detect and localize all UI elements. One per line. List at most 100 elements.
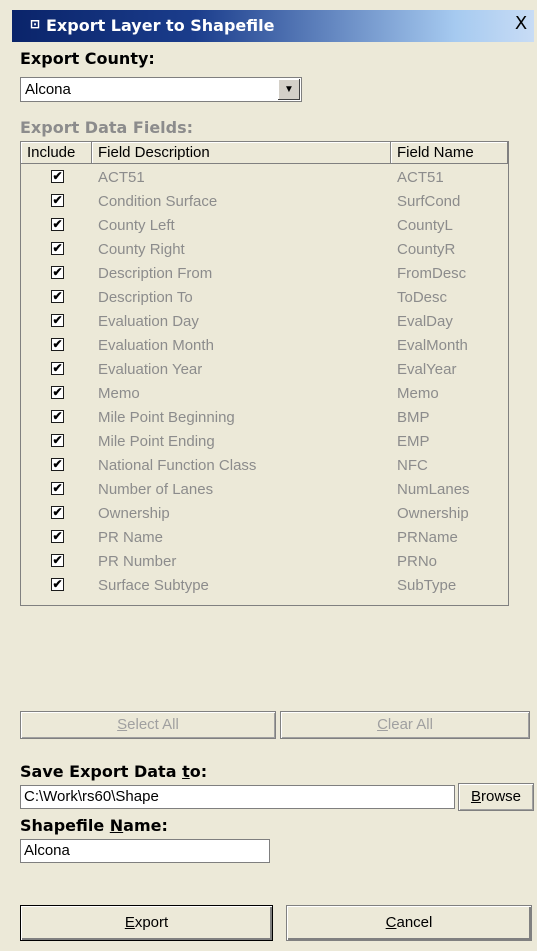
table-row[interactable]: ✔ Mile Point Ending EMP [21,430,509,454]
field-name-cell: SurfCond [397,193,461,210]
window-title: Export Layer to Shapefile [46,16,275,35]
county-select-value: Alcona [25,81,71,98]
field-description-cell: County Left [98,217,175,234]
field-description-cell: Number of Lanes [98,481,214,498]
clear-all-label-key: C [377,716,388,733]
column-header-include[interactable]: Include [21,142,92,164]
include-checkbox[interactable]: ✔ [51,410,64,423]
field-name-cell: NumLanes [397,481,470,498]
chevron-down-icon[interactable]: ▼ [277,79,300,100]
column-header-field-name[interactable]: Field Name [391,142,508,164]
table-row[interactable]: ✔ National Function Class NFC [21,454,509,478]
field-name-cell: ACT51 [397,169,444,186]
table-row[interactable]: ✔ County Right CountyR [21,238,509,262]
cancel-label-post: ancel [396,914,433,931]
table-row[interactable]: ✔ Mile Point Beginning BMP [21,406,509,430]
select-all-button[interactable]: Select All [20,711,276,739]
shapefile-label-key: N [109,816,124,835]
table-row[interactable]: ✔ Description From FromDesc [21,262,509,286]
field-description-cell: Evaluation Day [98,313,199,330]
include-checkbox[interactable]: ✔ [51,434,64,447]
table-row[interactable]: ✔ PR Name PRName [21,526,509,550]
table-row[interactable]: ✔ Description To ToDesc [21,286,509,310]
export-button[interactable]: Export [20,905,273,941]
save-label-key: t [182,762,190,781]
table-row[interactable]: ✔ Memo Memo [21,382,509,406]
export-label-key: E [124,914,135,931]
table-row[interactable]: ✔ Evaluation Year EvalYear [21,358,509,382]
field-name-cell: CountyR [397,241,456,258]
table-row[interactable]: ✔ County Left CountyL [21,214,509,238]
shapefile-label-pre: Shapefile [20,816,110,835]
table-row[interactable]: ✔ Number of Lanes NumLanes [21,478,509,502]
table-row[interactable]: ✔ Condition Surface SurfCond [21,190,509,214]
include-checkbox[interactable]: ✔ [51,530,64,543]
clear-all-label-post: lear All [387,716,433,733]
field-name-cell: NFC [397,457,428,474]
shapefile-name-label: Shapefile Name: [20,816,168,835]
county-select[interactable]: Alcona ▼ [20,77,302,102]
include-checkbox[interactable]: ✔ [51,266,64,279]
table-row[interactable]: ✔ Ownership Ownership [21,502,509,526]
field-name-cell: ToDesc [397,289,448,306]
field-description-cell: County Right [98,241,185,258]
include-checkbox[interactable]: ✔ [51,482,64,495]
field-description-cell: ACT51 [98,169,145,186]
include-checkbox[interactable]: ✔ [51,578,64,591]
include-checkbox[interactable]: ✔ [51,170,64,183]
table-row[interactable]: ✔ Surface Subtype SubType [21,574,509,598]
window-icon: ⊡ [30,17,41,31]
field-name-cell: EMP [397,433,430,450]
field-name-cell: EvalYear [397,361,457,378]
browse-label-key: B [470,788,481,805]
save-label-post: o: [189,762,208,781]
include-checkbox[interactable]: ✔ [51,386,64,399]
field-name-cell: PRName [397,529,458,546]
shapefile-name-input[interactable]: Alcona [20,839,270,863]
select-all-label-post: elect All [127,716,179,733]
include-checkbox[interactable]: ✔ [51,314,64,327]
field-description-cell: Evaluation Month [98,337,214,354]
table-row[interactable]: ✔ Evaluation Day EvalDay [21,310,509,334]
table-row[interactable]: ✔ PR Number PRNo [21,550,509,574]
export-label-post: xport [134,914,169,931]
include-checkbox[interactable]: ✔ [51,242,64,255]
fields-grid: Include Field Description Field Name ✔ AC… [20,141,509,606]
clear-all-button[interactable]: Clear All [280,711,530,739]
include-checkbox[interactable]: ✔ [51,362,64,375]
field-name-cell: EvalMonth [397,337,468,354]
include-checkbox[interactable]: ✔ [51,290,64,303]
column-header-field-description[interactable]: Field Description [92,142,391,164]
cancel-button[interactable]: Cancel [286,905,532,941]
field-name-cell: SubType [397,577,457,594]
field-description-cell: Evaluation Year [98,361,203,378]
table-row[interactable]: ✔ Evaluation Month EvalMonth [21,334,509,358]
browse-button[interactable]: Browse [458,783,534,811]
save-path-input[interactable]: C:\Work\rs60\Shape [20,785,455,809]
include-checkbox[interactable]: ✔ [51,218,64,231]
table-row[interactable]: ✔ ACT51 ACT51 [21,166,509,190]
field-name-cell: FromDesc [397,265,467,282]
field-description-cell: Description From [98,265,213,282]
field-description-cell: Surface Subtype [98,577,209,594]
field-name-cell: EvalDay [397,313,453,330]
field-description-cell: National Function Class [98,457,257,474]
select-all-label-key: S [117,716,128,733]
field-name-cell: PRNo [397,553,438,570]
include-checkbox[interactable]: ✔ [51,554,64,567]
export-dialog: ⊡ Export Layer to Shapefile X Export Cou… [0,0,537,951]
include-checkbox[interactable]: ✔ [51,338,64,351]
title-bar[interactable]: ⊡ Export Layer to Shapefile [12,10,534,42]
field-description-cell: PR Number [98,553,177,570]
field-description-cell: PR Name [98,529,164,546]
export-data-fields-label: Export Data Fields: [20,118,194,137]
shapefile-label-post: ame: [123,816,168,835]
field-name-cell: CountyL [397,217,453,234]
close-button[interactable]: X [510,13,532,35]
export-county-label: Export County: [20,49,155,68]
include-checkbox[interactable]: ✔ [51,458,64,471]
field-description-cell: Description To [98,289,193,306]
include-checkbox[interactable]: ✔ [51,194,64,207]
include-checkbox[interactable]: ✔ [51,506,64,519]
field-description-cell: Ownership [98,505,170,522]
